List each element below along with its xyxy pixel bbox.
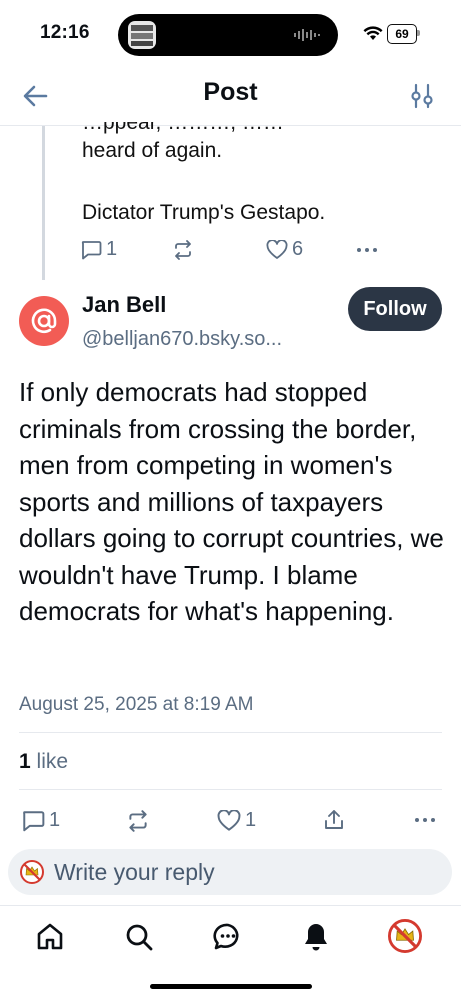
parent-reply-count: 1 [106, 238, 118, 260]
author-name[interactable]: Jan Bell [82, 292, 166, 318]
no-crown-icon [388, 919, 422, 953]
speech-bubble-icon [23, 810, 45, 831]
repost-icon [175, 240, 191, 260]
nav-notifications[interactable] [298, 919, 334, 955]
battery-tip [417, 30, 420, 36]
parent-post-text-line: Dictator Trump's Gestapo. [82, 201, 326, 224]
at-sign-icon [31, 308, 57, 334]
parent-like-button[interactable]: 6 [266, 238, 303, 261]
parent-repost-button[interactable] [172, 240, 194, 260]
share-icon [325, 810, 343, 829]
dynamic-island [118, 14, 338, 56]
avatar[interactable] [19, 296, 69, 346]
thread-connector-line [42, 126, 45, 280]
reply-placeholder: Write your reply [54, 859, 215, 885]
thread-settings-button[interactable] [408, 82, 436, 110]
post-body: If only democrats had stopped criminals … [19, 377, 444, 626]
divider [19, 789, 442, 790]
wifi-icon [363, 26, 383, 40]
heart-icon [266, 239, 288, 259]
speech-bubble-icon [81, 240, 102, 259]
likes-summary[interactable]: 1 like [19, 750, 68, 774]
parent-like-count: 6 [292, 238, 304, 260]
post-timestamp: August 25, 2025 at 8:19 AM [19, 694, 254, 715]
chat-bubble-icon [213, 923, 239, 950]
bell-icon [305, 924, 327, 951]
parent-post-text-line: heard of again. [82, 139, 223, 162]
sliders-icon [411, 83, 433, 109]
reply-button[interactable]: 1 [21, 809, 60, 832]
heart-icon [217, 809, 241, 831]
author-handle[interactable]: @belljan670.bsky.so... [82, 328, 282, 351]
status-time: 12:16 [40, 22, 90, 43]
user-avatar-small [20, 860, 44, 884]
follow-button[interactable]: Follow [348, 287, 442, 331]
home-indicator [150, 984, 312, 989]
home-icon [37, 923, 63, 950]
no-crown-icon [20, 860, 44, 884]
audio-wave-icon [294, 29, 320, 41]
battery-indicator: 69 [387, 24, 417, 44]
parent-more-button[interactable] [356, 240, 378, 260]
nav-chat[interactable] [210, 919, 246, 955]
reply-count: 1 [49, 809, 61, 831]
nav-profile[interactable] [388, 919, 424, 955]
repost-button[interactable] [126, 810, 150, 832]
ellipsis-icon [415, 818, 435, 822]
parent-post-text-line: …ppear, ………, …… [82, 111, 284, 134]
nav-search[interactable] [121, 919, 157, 955]
divider [19, 732, 442, 733]
ellipsis-icon [357, 248, 377, 252]
repost-icon [129, 810, 147, 832]
share-button[interactable] [322, 808, 346, 832]
more-options-button[interactable] [414, 810, 436, 830]
nav-home[interactable] [32, 919, 68, 955]
parent-reply-button[interactable]: 1 [80, 238, 117, 261]
likes-label: like [36, 750, 69, 773]
like-count: 1 [245, 809, 257, 831]
like-button[interactable]: 1 [217, 809, 256, 832]
likes-count: 1 [19, 750, 31, 773]
page-title: Post [203, 78, 258, 106]
search-icon [126, 924, 153, 951]
nav-divider [0, 905, 461, 906]
now-playing-thumbnail [128, 21, 156, 49]
